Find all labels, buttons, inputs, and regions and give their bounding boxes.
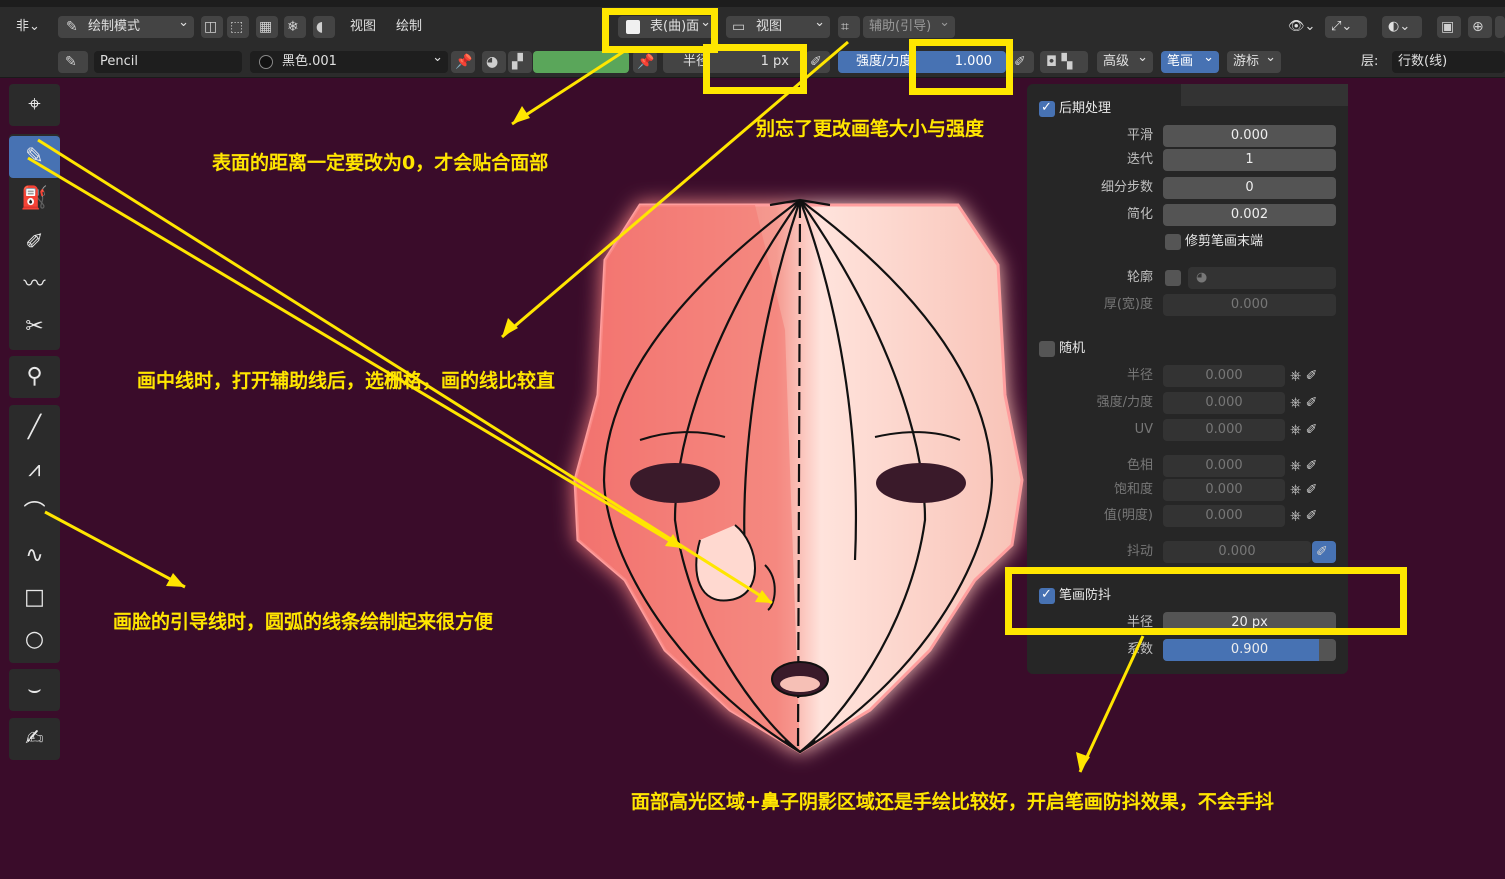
- annotation-arrows: [27, 40, 1145, 773]
- annotation-surface: 表面的距离一定要改为0，才会贴合面部: [212, 152, 549, 174]
- highlight-box-strength: [909, 39, 1013, 95]
- annotation-highlight: 面部高光区域+鼻子阴影区域还是手绘比较好，开启笔画防抖效果，不会手抖: [631, 791, 1274, 813]
- annotation-midline: 画中线时，打开辅助线后，选栅格，画的线比较直: [137, 370, 556, 392]
- arrow-heads: [166, 106, 1090, 772]
- annotation-overlay: [27, 40, 1145, 773]
- annotation-arc: 画脸的引导线时，圆弧的线条绘制起来很方便: [113, 611, 494, 633]
- highlight-box-stabilize: [1005, 567, 1407, 635]
- highlight-box-radius: [703, 44, 807, 94]
- highlight-box-stroke-placement: [602, 8, 718, 53]
- annotation-brush: 别忘了更改画笔大小与强度: [756, 118, 985, 140]
